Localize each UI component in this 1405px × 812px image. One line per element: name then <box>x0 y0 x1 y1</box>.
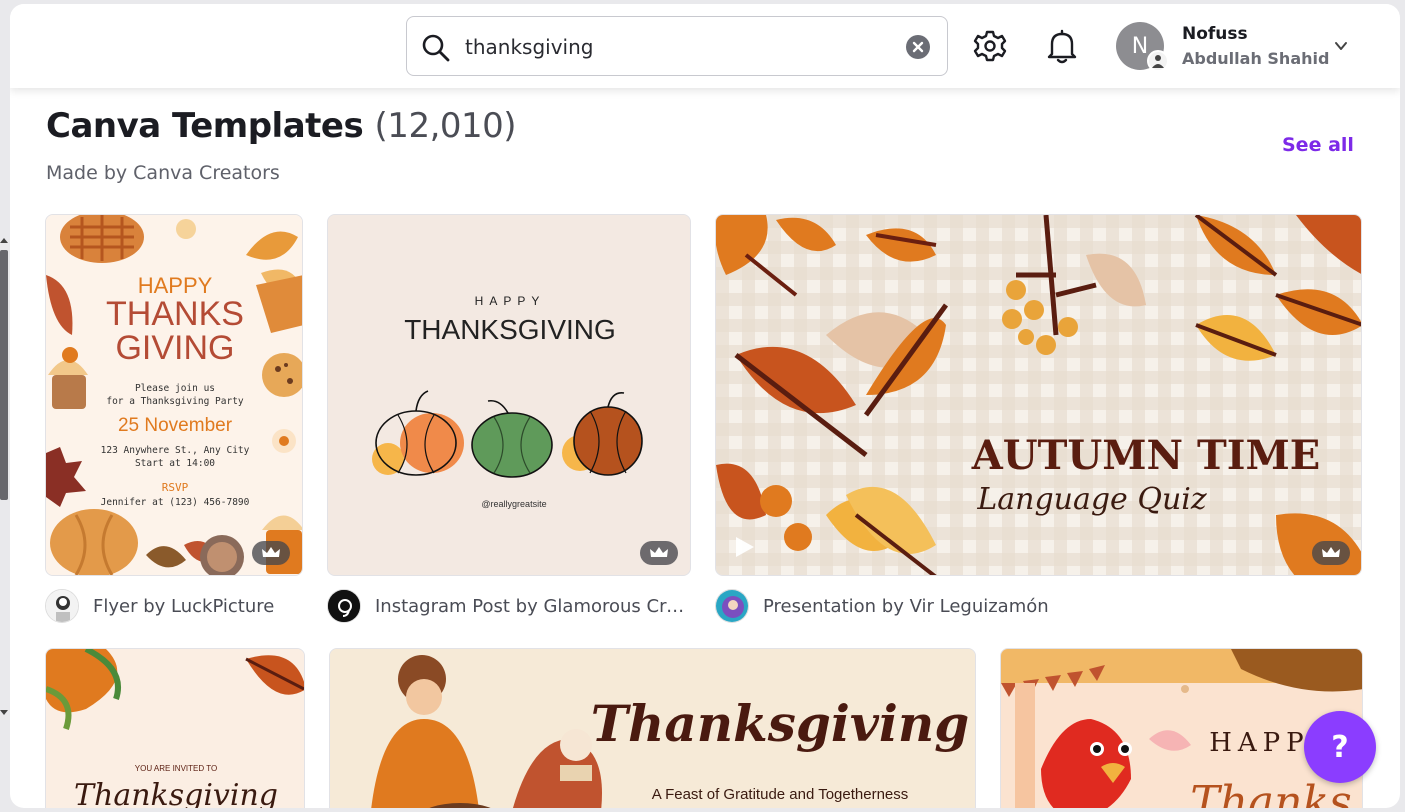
flyer-date: 25 November <box>118 415 233 436</box>
flyer-contact: Jennifer at (123) 456-7890 <box>101 497 250 508</box>
template-card-feast[interactable]: Thanksgiving A Feast of Gratitude and To… <box>329 648 976 808</box>
help-button[interactable]: ? <box>1304 711 1376 783</box>
flyer-giving: GIVING <box>115 329 234 367</box>
caption-text: Presentation by Vir Leguizamón <box>763 595 1049 617</box>
template-card-flyer[interactable]: HAPPY THANKS GIVING Please join us for a… <box>45 214 303 576</box>
creator-avatar <box>715 589 749 623</box>
premium-crown-icon <box>640 541 678 565</box>
flyer-thumbnail: HAPPY THANKS GIVING Please join us for a… <box>46 215 302 575</box>
section-title: Canva Templates (12,010) <box>46 106 517 146</box>
team-badge-icon <box>1147 50 1169 72</box>
template-card-instagram[interactable]: HAPPY THANKSGIVING @reallygreatsite <box>327 214 691 576</box>
feast-title: Thanksgiving <box>591 694 969 753</box>
flyer-thanks: THANKS <box>106 295 244 333</box>
caption-text: Instagram Post by Glamorous Crea... <box>375 595 691 617</box>
invite-script-title: Thanksgiving <box>74 778 278 808</box>
notifications-bell-icon[interactable] <box>1042 26 1082 66</box>
presentation-subtitle: Language Quiz <box>976 482 1207 517</box>
app-window: N Nofuss Abdullah Shahid Canva Templates… <box>10 4 1400 808</box>
premium-crown-icon <box>1312 541 1350 565</box>
flyer-invite-line-2: for a Thanksgiving Party <box>106 396 244 407</box>
search-icon <box>422 34 450 62</box>
feast-thumbnail: Thanksgiving A Feast of Gratitude and To… <box>330 649 975 808</box>
invite-small-text: YOU ARE INVITED TO <box>135 764 217 773</box>
template-caption[interactable]: Instagram Post by Glamorous Crea... <box>327 588 691 624</box>
scroll-down-arrow[interactable] <box>0 710 8 715</box>
see-all-link[interactable]: See all <box>1282 134 1354 156</box>
template-card-presentation[interactable]: AUTUMN TIME Language Quiz <box>715 214 1362 576</box>
top-header: N Nofuss Abdullah Shahid <box>10 4 1400 88</box>
user-name[interactable]: Nofuss <box>1182 24 1248 44</box>
flyer-start-time: Start at 14:00 <box>135 458 215 469</box>
feast-subtitle: A Feast of Gratitude and Togetherness <box>652 786 909 803</box>
user-team-name[interactable]: Abdullah Shahid <box>1182 49 1329 68</box>
flyer-invite-line-1: Please join us <box>135 383 215 394</box>
flyer-rsvp: RSVP <box>162 481 189 494</box>
ig-handle: @reallygreatsite <box>481 499 546 509</box>
chevron-down-icon[interactable] <box>1332 37 1350 55</box>
ig-happy: HAPPY <box>475 294 546 308</box>
section-subtitle: Made by Canva Creators <box>46 162 280 184</box>
section-title-text: Canva Templates <box>46 106 364 146</box>
scroll-up-arrow[interactable] <box>0 238 8 243</box>
scrollbar-thumb[interactable] <box>0 250 8 500</box>
template-caption[interactable]: Presentation by Vir Leguizamón <box>715 588 1362 624</box>
play-video-icon[interactable] <box>730 533 758 561</box>
template-card-invitation[interactable]: YOU ARE INVITED TO Thanksgiving <box>45 648 305 808</box>
premium-crown-icon <box>252 541 290 565</box>
turkey-script: Thanks <box>1190 777 1352 808</box>
template-caption[interactable]: Flyer by LuckPicture <box>45 588 303 624</box>
template-count: (12,010) <box>374 106 517 146</box>
clear-search-icon[interactable] <box>906 35 930 59</box>
search-box[interactable] <box>406 16 948 76</box>
ig-thanksgiving: THANKSGIVING <box>404 314 616 345</box>
invitation-thumbnail: YOU ARE INVITED TO Thanksgiving <box>46 649 304 808</box>
creator-avatar <box>327 589 361 623</box>
search-input[interactable] <box>465 31 895 63</box>
flyer-address: 123 Anywhere St., Any City <box>101 445 250 456</box>
creator-avatar <box>45 589 79 623</box>
settings-gear-icon[interactable] <box>970 26 1010 66</box>
caption-text: Flyer by LuckPicture <box>93 595 275 617</box>
presentation-title: AUTUMN TIME <box>971 432 1321 479</box>
presentation-thumbnail: AUTUMN TIME Language Quiz <box>716 215 1361 575</box>
instagram-thumbnail: HAPPY THANKSGIVING @reallygreatsite <box>328 215 690 575</box>
